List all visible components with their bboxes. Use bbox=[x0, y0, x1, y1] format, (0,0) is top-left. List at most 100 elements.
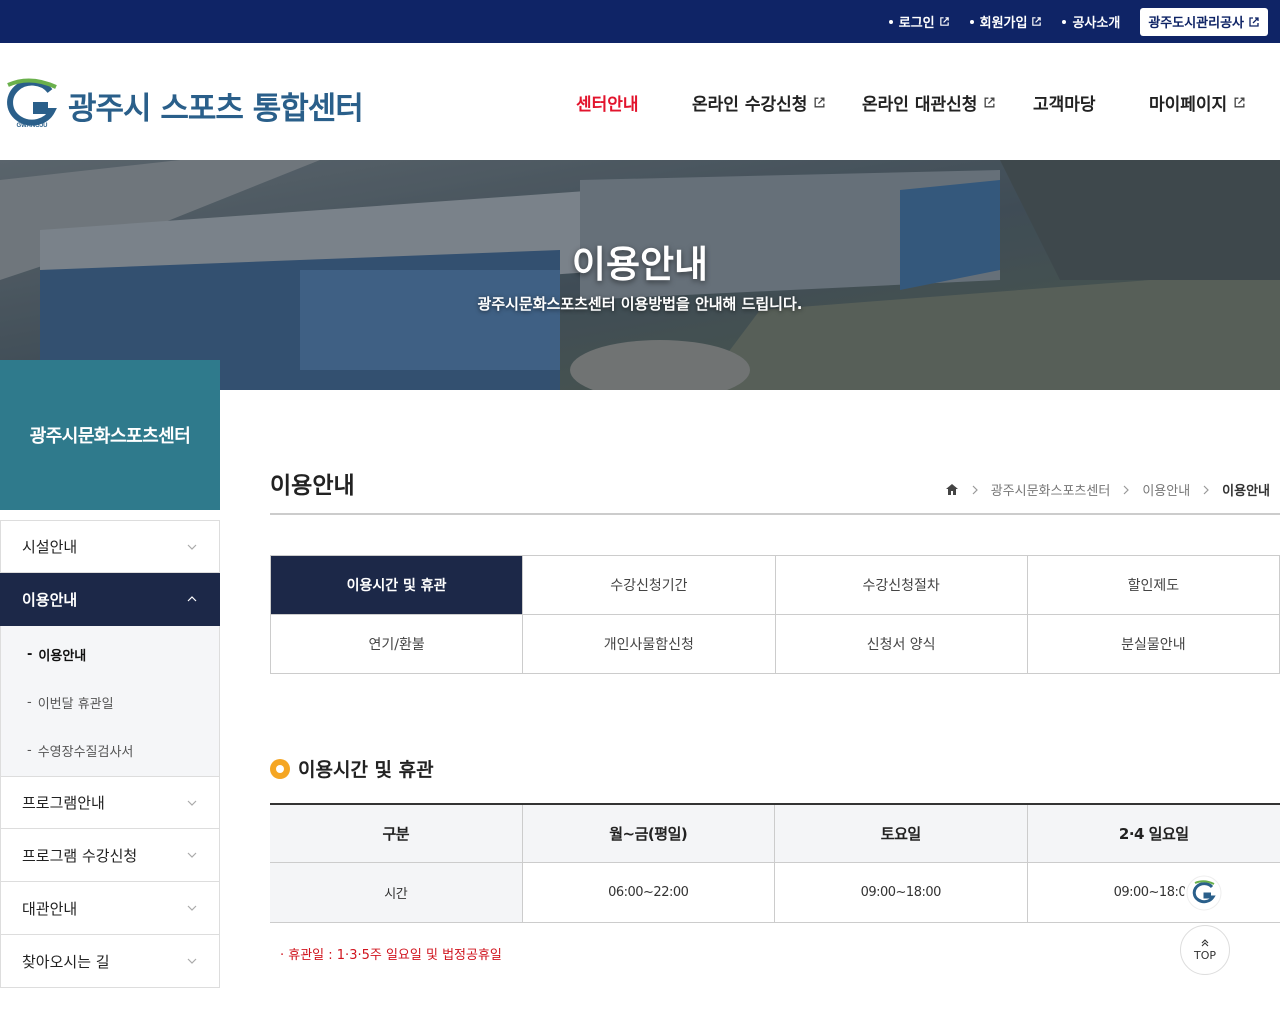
sidebar-subitem-label: 이번달 휴관일 bbox=[37, 696, 114, 712]
sidebar-menu: 시설안내 이용안내 - 이용안내 - 이번달 휴관일 - 수영장수질검사서 프로그램안… bbox=[0, 520, 220, 988]
floating-logo-icon[interactable] bbox=[1184, 875, 1224, 911]
sidebar-item-program-apply[interactable]: 프로그램 수강신청 bbox=[0, 829, 220, 882]
breadcrumb-item[interactable]: 이용안내 bbox=[1142, 480, 1190, 499]
sidebar-item-label: 시설안내 bbox=[22, 538, 78, 556]
utility-bar: 로그인 회원가입 공사소개 광주도시관리공사 bbox=[0, 0, 1280, 43]
external-link-icon bbox=[814, 97, 825, 108]
tab-hours-closure[interactable]: 이용시간 및 휴관 bbox=[271, 556, 524, 615]
gnb-label: 센터안내 bbox=[576, 95, 639, 115]
section-title: 이용시간 및 휴관 bbox=[270, 755, 434, 782]
sidebar-item-label: 대관안내 bbox=[22, 899, 78, 918]
sidebar-item-label: 이용안내 bbox=[22, 590, 78, 609]
tab-discount[interactable]: 할인제도 bbox=[1027, 556, 1280, 615]
site-header: GWANGJU 광주시 스포츠 통합센터 센터안내 온라인 수강신청 온라인 대… bbox=[0, 43, 1280, 160]
sidebar-subitem-usage-info[interactable]: - 이용안내 bbox=[1, 630, 219, 678]
tab-registration-process[interactable]: 수강신청절차 bbox=[775, 556, 1028, 615]
table-header: 월~금(평일) bbox=[522, 805, 775, 863]
tab-postpone-refund[interactable]: 연기/환불 bbox=[271, 615, 524, 674]
sidebar-item-label: 찾아오시는 길 bbox=[22, 952, 110, 971]
gnb-customer[interactable]: 고객마당 bbox=[1033, 90, 1096, 115]
home-icon[interactable] bbox=[945, 483, 959, 496]
hero-subtitle: 광주시문화스포츠센터 이용방법을 안내해 드립니다. bbox=[477, 295, 803, 313]
sidebar-subitem-water-quality[interactable]: - 수영장수질검사서 bbox=[1, 726, 219, 774]
gnb-online-rental[interactable]: 온라인 대관신청 bbox=[862, 90, 996, 115]
about-label: 공사소개 bbox=[1072, 16, 1121, 31]
global-nav: 센터안내 온라인 수강신청 온라인 대관신청 고객마당 마이페이지 bbox=[0, 90, 1280, 115]
chevron-right-icon bbox=[1123, 485, 1130, 494]
signup-label: 회원가입 bbox=[979, 16, 1028, 31]
gnb-label: 온라인 수강신청 bbox=[692, 95, 808, 115]
content-tabs: 이용시간 및 휴관 수강신청기간 수강신청절차 할인제도 연기/환불 개인사물함… bbox=[270, 555, 1280, 674]
breadcrumb-item[interactable]: 광주시문화스포츠센터 bbox=[991, 480, 1111, 499]
table-cell: 시간 bbox=[270, 863, 523, 923]
tab-lost-found[interactable]: 분실물안내 bbox=[1027, 615, 1280, 674]
chevron-down-icon bbox=[187, 905, 197, 911]
bullet-dot bbox=[969, 19, 974, 24]
external-link-icon bbox=[939, 17, 949, 26]
holiday-note: · 휴관일 : 1·3·5주 일요일 및 법정공휴일 bbox=[280, 948, 502, 963]
double-chevron-up-icon bbox=[1201, 938, 1209, 946]
bullet-dot bbox=[888, 19, 893, 24]
utility-links: 로그인 회원가입 공사소개 광주도시관리공사 bbox=[888, 0, 1268, 43]
about-link[interactable]: 공사소개 bbox=[1062, 12, 1120, 31]
sidebar-subitem-holidays[interactable]: - 이번달 휴관일 bbox=[1, 678, 219, 726]
signup-link[interactable]: 회원가입 bbox=[969, 12, 1043, 31]
bullet-dot bbox=[1062, 19, 1067, 24]
sidebar-item-program[interactable]: 프로그램안내 bbox=[0, 776, 220, 829]
table-cell: 09:00~18:00 bbox=[775, 863, 1028, 923]
chevron-down-icon bbox=[187, 958, 197, 964]
dash-marker: - bbox=[27, 646, 33, 662]
sidebar-item-label: 프로그램안내 bbox=[22, 794, 105, 812]
external-link-icon bbox=[1032, 17, 1042, 26]
gnb-online-class[interactable]: 온라인 수강신청 bbox=[692, 90, 826, 115]
table-header: 구분 bbox=[270, 805, 523, 863]
corp-button[interactable]: 광주도시관리공사 bbox=[1140, 7, 1268, 36]
dash-marker: - bbox=[27, 694, 32, 710]
chevron-down-icon bbox=[187, 852, 197, 858]
title-divider bbox=[270, 513, 1280, 515]
corp-label: 광주도시관리공사 bbox=[1148, 16, 1244, 31]
scroll-top-button[interactable]: TOP bbox=[1180, 925, 1230, 975]
hero-title: 이용안내 bbox=[571, 243, 709, 286]
table-cell: 06:00~22:00 bbox=[522, 863, 775, 923]
section-title-label: 이용시간 및 휴관 bbox=[298, 759, 434, 781]
tab-forms[interactable]: 신청서 양식 bbox=[775, 615, 1028, 674]
sidebar-heading: 광주시문화스포츠센터 bbox=[0, 360, 220, 510]
gnb-center-info[interactable]: 센터안내 bbox=[576, 90, 639, 115]
gnb-label: 온라인 대관신청 bbox=[862, 95, 978, 115]
login-link[interactable]: 로그인 bbox=[888, 12, 950, 31]
external-link-icon bbox=[1249, 16, 1259, 27]
sidebar-heading-label: 광주시문화스포츠센터 bbox=[29, 426, 191, 447]
sidebar-submenu: - 이용안내 - 이번달 휴관일 - 수영장수질검사서 bbox=[0, 626, 220, 776]
tab-registration-period[interactable]: 수강신청기간 bbox=[523, 556, 776, 615]
logo-text: GWANGJU bbox=[16, 123, 47, 129]
chevron-down-icon bbox=[187, 800, 197, 806]
tab-locker[interactable]: 개인사물함신청 bbox=[523, 615, 776, 674]
login-label: 로그인 bbox=[898, 16, 935, 31]
sidebar-subitem-label: 이용안내 bbox=[38, 648, 87, 664]
table-row: 시간 06:00~22:00 09:00~18:00 09:00~18:00 bbox=[270, 863, 1280, 923]
hours-table: 구분 월~금(평일) 토요일 2·4 일요일 시간 06:00~22:00 09… bbox=[270, 803, 1280, 923]
hero-banner: 이용안내 광주시문화스포츠센터 이용방법을 안내해 드립니다. bbox=[0, 160, 1280, 390]
sidebar-item-facility[interactable]: 시설안내 bbox=[0, 520, 220, 573]
circle-bullet-icon bbox=[270, 758, 290, 779]
breadcrumb-current: 이용안내 bbox=[1222, 484, 1270, 499]
dash-marker: - bbox=[27, 742, 32, 758]
sidebar-item-label: 프로그램 수강신청 bbox=[22, 846, 138, 865]
gnb-label: 마이페이지 bbox=[1149, 95, 1228, 115]
breadcrumb: 광주시문화스포츠센터 이용안내 이용안내 bbox=[945, 480, 1270, 499]
chevron-right-icon bbox=[1203, 485, 1210, 494]
gnb-label: 고객마당 bbox=[1033, 95, 1096, 115]
gnb-mypage[interactable]: 마이페이지 bbox=[1149, 90, 1246, 115]
table-cell: 09:00~18:00 bbox=[1027, 863, 1280, 923]
table-header: 2·4 일요일 bbox=[1027, 805, 1280, 863]
external-link-icon bbox=[984, 97, 995, 108]
scroll-top-label: TOP bbox=[1193, 948, 1216, 962]
sidebar-item-rental[interactable]: 대관안내 bbox=[0, 882, 220, 935]
sidebar-item-directions[interactable]: 찾아오시는 길 bbox=[0, 935, 220, 988]
sidebar-subitem-label: 수영장수질검사서 bbox=[37, 744, 134, 760]
sidebar-item-usage[interactable]: 이용안내 bbox=[0, 573, 220, 626]
chevron-up-icon bbox=[187, 596, 197, 602]
chevron-down-icon bbox=[187, 544, 197, 550]
table-header: 토요일 bbox=[775, 805, 1028, 863]
